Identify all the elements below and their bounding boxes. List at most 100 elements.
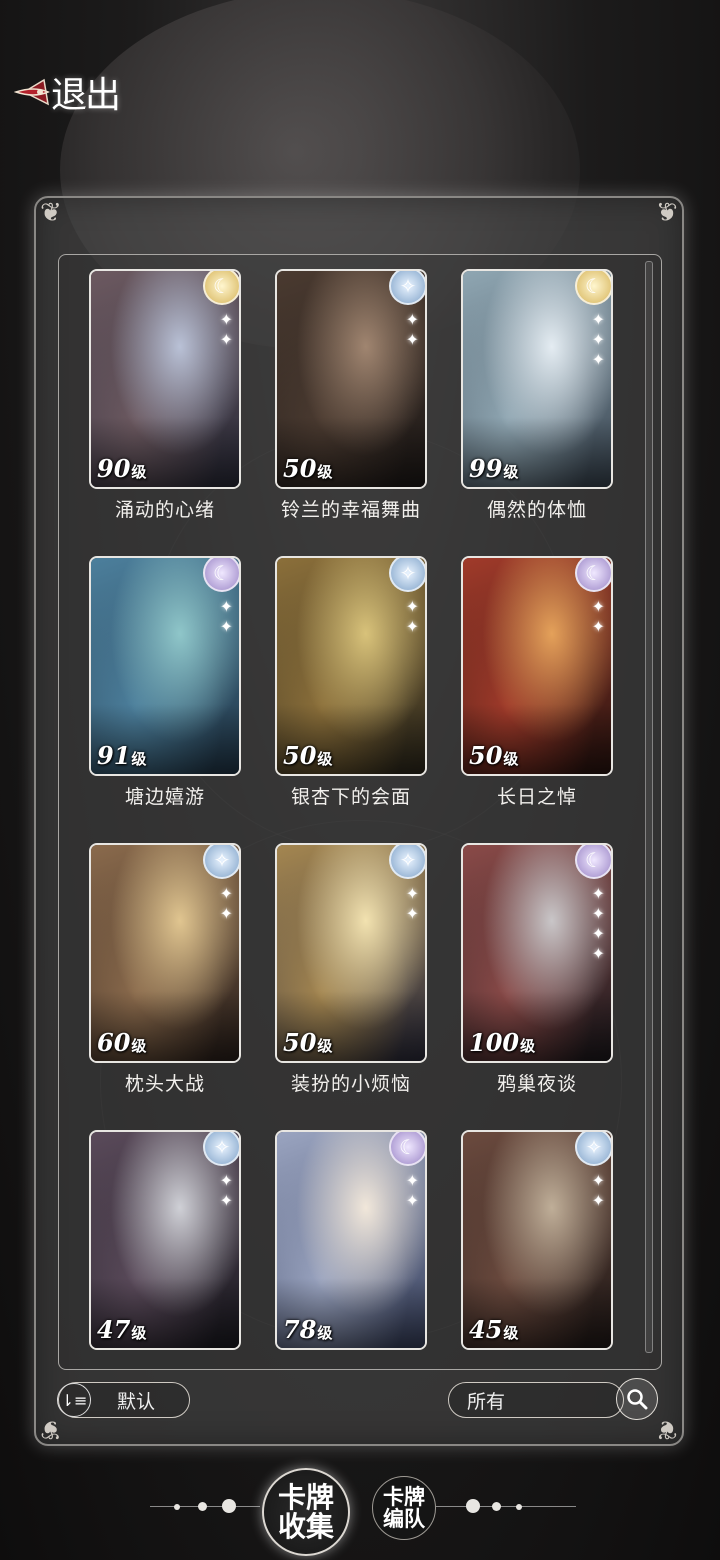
card-level: 90级 [97,454,146,483]
card-item[interactable]: ☾ ✦ ✦ 90级 涌动的心绪 [89,269,243,556]
card-thumbnail[interactable]: ✧ ✦ ✦ 50级 [275,843,427,1063]
sparkle-star-icon: ✦ [405,597,419,616]
card-thumbnail[interactable]: ✧ ✦ ✦ 47级 [89,1130,241,1350]
bottom-tab-bar: 卡牌 收集 卡牌 编队 [0,1462,720,1556]
corner-ornament-icon: ❦ [656,198,678,228]
card-thumbnail[interactable]: ☾ ✦ ✦ ✦ 99级 [461,269,613,489]
card-title: 鸦巢夜谈 [496,1073,577,1095]
star-rank: ✦ ✦ [406,1172,419,1210]
card-level-unit: 级 [317,1037,333,1055]
star-rank: ✦ ✦ ✦ ✦ [592,885,605,963]
card-level: 50级 [283,454,332,483]
card-level-value: 47 [97,1315,131,1344]
sparkle-star-icon: ✦ [591,330,605,349]
tab-label-line2: 收集 [277,1510,334,1543]
card-thumbnail[interactable]: ☾ ✦ ✦ ✦ ✦ 100级 [461,843,613,1063]
card-item[interactable]: ☾ ✦ ✦ ✦ 99级 偶然的体恤 [461,269,615,556]
card-grid-container[interactable]: ☾ ✦ ✦ 90级 涌动的心绪 ✧ ✦ ✦ 50级 铃兰的幸福舞曲 ☾ ✦ ✦ ✦ 99级 偶然的体恤 ☾ ✦ ✦ 9… [58,254,662,1370]
card-thumbnail[interactable]: ✧ ✦ ✦ 60级 [89,843,241,1063]
star-rank: ✦ ✦ [592,598,605,636]
search-icon [627,1389,648,1410]
card-title: 装扮的小烦恼 [290,1073,411,1095]
sparkle-star-icon: ✦ [219,310,233,329]
decor-dot [516,1504,522,1510]
sparkle-star-icon: ✦ [219,1191,233,1210]
card-level-unit: 级 [503,1324,519,1342]
card-item[interactable]: ☾ ✦ ✦ 78级 [275,1130,429,1417]
card-level-unit: 级 [317,463,333,481]
card-item[interactable]: ✧ ✦ ✦ 45级 [461,1130,615,1417]
sparkle-star-icon: ✦ [591,597,605,616]
card-title: 长日之悼 [496,786,577,808]
tab-label-line1: 卡牌 [383,1483,425,1509]
card-thumbnail[interactable]: ☾ ✦ ✦ 78级 [275,1130,427,1350]
star-rank: ✦ ✦ [592,1172,605,1210]
card-title: 塘边嬉游 [124,786,205,808]
search-button[interactable] [616,1378,658,1420]
exit-button[interactable]: 退出 [14,66,132,118]
card-level-value: 50 [469,741,503,770]
sort-list-icon: ⇂≡ [57,1383,91,1417]
card-thumbnail[interactable]: ✧ ✦ ✦ 50级 [275,556,427,776]
sparkle-star-icon: ✦ [591,617,605,636]
card-level-unit: 级 [520,1037,536,1055]
corner-ornament-icon: ❦ [40,1414,62,1444]
card-level-unit: 级 [317,1324,333,1342]
card-item[interactable]: ✧ ✦ ✦ 60级 枕头大战 [89,843,243,1130]
card-thumbnail[interactable]: ☾ ✦ ✦ 90级 [89,269,241,489]
card-thumbnail[interactable]: ☾ ✦ ✦ 91级 [89,556,241,776]
card-item[interactable]: ✧ ✦ ✦ 47级 [89,1130,243,1417]
tab-card-formation[interactable]: 卡牌 编队 [372,1476,436,1540]
scrollbar[interactable] [645,261,653,1353]
card-level-value: 99 [469,454,503,483]
card-level-unit: 级 [131,750,147,768]
tab-card-collection[interactable]: 卡牌 收集 [262,1468,350,1556]
card-item[interactable]: ✧ ✦ ✦ 50级 铃兰的幸福舞曲 [275,269,429,556]
sort-button[interactable]: ⇂≡ 默认 [57,1382,190,1418]
card-item[interactable]: ☾ ✦ ✦ 50级 长日之悼 [461,556,615,843]
sparkle-star-icon: ✦ [219,904,233,923]
card-item[interactable]: ☾ ✦ ✦ 91级 塘边嬉游 [89,556,243,843]
star-rank: ✦ ✦ ✦ [592,311,605,369]
sparkle-star-icon: ✦ [591,924,605,943]
card-title: 银杏下的会面 [290,786,411,808]
card-thumbnail[interactable]: ✧ ✦ ✦ 45级 [461,1130,613,1350]
sparkle-star-icon: ✦ [405,330,419,349]
star-rank: ✦ ✦ [220,598,233,636]
divider [436,1506,576,1507]
sparkle-star-icon: ✦ [219,617,233,636]
card-level: 100级 [469,1028,535,1057]
card-level: 91级 [97,741,146,770]
card-level-value: 78 [283,1315,317,1344]
card-level: 50级 [283,1028,332,1057]
sparkle-star-icon: ✦ [219,597,233,616]
card-level: 45级 [469,1315,518,1344]
card-item[interactable]: ☾ ✦ ✦ ✦ ✦ 100级 鸦巢夜谈 [461,843,615,1130]
card-level-value: 60 [97,1028,131,1057]
card-thumbnail[interactable]: ✧ ✦ ✦ 50级 [275,269,427,489]
card-level-value: 50 [283,741,317,770]
corner-ornament-icon: ❦ [40,198,62,228]
star-rank: ✦ ✦ [406,885,419,923]
card-item[interactable]: ✧ ✦ ✦ 50级 银杏下的会面 [275,556,429,843]
sparkle-star-icon: ✦ [219,330,233,349]
card-collection-panel: ❦ ❦ ❦ ❦ ☾ ✦ ✦ 90级 涌动的心绪 ✧ ✦ ✦ 50级 铃兰的幸福舞曲 ☾ ✦ ✦ ✦ 99级偶… [34,196,684,1446]
card-level-unit: 级 [131,1324,147,1342]
card-item[interactable]: ✧ ✦ ✦ 50级 装扮的小烦恼 [275,843,429,1130]
filter-label: 所有 [467,1390,506,1413]
card-thumbnail[interactable]: ☾ ✦ ✦ 50级 [461,556,613,776]
sparkle-star-icon: ✦ [591,884,605,903]
sparkle-star-icon: ✦ [405,884,419,903]
card-level-unit: 级 [317,750,333,768]
card-level: 47级 [97,1315,146,1344]
sparkle-star-icon: ✦ [591,944,605,963]
card-title: 枕头大战 [124,1073,205,1095]
card-level-unit: 级 [131,1037,147,1055]
sparkle-star-icon: ✦ [591,1171,605,1190]
sparkle-star-icon: ✦ [405,1171,419,1190]
tab-label-line2: 编队 [383,1506,425,1531]
exit-label: 退出 [50,75,121,116]
star-rank: ✦ ✦ [220,885,233,923]
card-level-value: 50 [283,454,317,483]
filter-dropdown[interactable]: 所有 [448,1382,624,1418]
